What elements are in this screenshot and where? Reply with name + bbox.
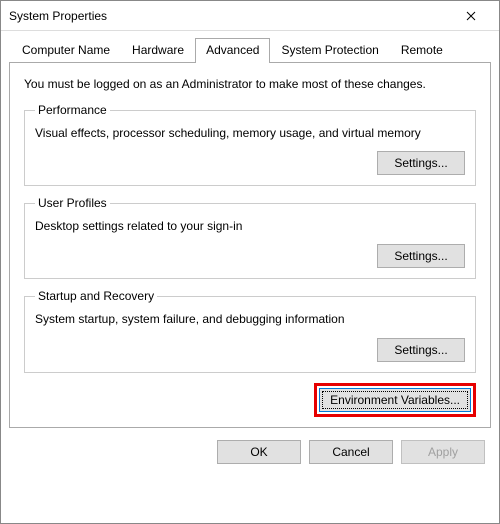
group-performance-desc: Visual effects, processor scheduling, me… bbox=[35, 125, 465, 141]
tab-strip: Computer Name Hardware Advanced System P… bbox=[11, 38, 499, 63]
tab-computer-name[interactable]: Computer Name bbox=[11, 38, 121, 63]
group-startup: Startup and Recovery System startup, sys… bbox=[24, 289, 476, 372]
performance-settings-button[interactable]: Settings... bbox=[377, 151, 465, 175]
close-icon bbox=[466, 11, 476, 21]
cancel-button[interactable]: Cancel bbox=[309, 440, 393, 464]
tab-hardware[interactable]: Hardware bbox=[121, 38, 195, 63]
group-performance-title: Performance bbox=[35, 103, 110, 117]
group-performance-actions: Settings... bbox=[35, 151, 465, 175]
group-userprofiles-actions: Settings... bbox=[35, 244, 465, 268]
close-button[interactable] bbox=[451, 2, 491, 30]
group-startup-actions: Settings... bbox=[35, 338, 465, 362]
env-variables-row: Environment Variables... bbox=[24, 383, 476, 417]
userprofiles-settings-button[interactable]: Settings... bbox=[377, 244, 465, 268]
group-startup-desc: System startup, system failure, and debu… bbox=[35, 311, 465, 327]
intro-text: You must be logged on as an Administrato… bbox=[24, 77, 476, 91]
group-userprofiles-title: User Profiles bbox=[35, 196, 110, 210]
titlebar: System Properties bbox=[1, 1, 499, 31]
annotation-highlight: Environment Variables... bbox=[314, 383, 476, 417]
group-performance: Performance Visual effects, processor sc… bbox=[24, 103, 476, 186]
dialog-footer: OK Cancel Apply bbox=[1, 428, 499, 476]
startup-settings-button[interactable]: Settings... bbox=[377, 338, 465, 362]
tab-advanced[interactable]: Advanced bbox=[195, 38, 270, 63]
group-userprofiles: User Profiles Desktop settings related t… bbox=[24, 196, 476, 279]
tab-system-protection[interactable]: System Protection bbox=[270, 38, 389, 63]
tab-remote[interactable]: Remote bbox=[390, 38, 454, 63]
tab-panel-advanced: You must be logged on as an Administrato… bbox=[9, 62, 491, 428]
environment-variables-button[interactable]: Environment Variables... bbox=[319, 388, 471, 412]
apply-button: Apply bbox=[401, 440, 485, 464]
window-title: System Properties bbox=[9, 9, 451, 23]
ok-button[interactable]: OK bbox=[217, 440, 301, 464]
group-startup-title: Startup and Recovery bbox=[35, 289, 157, 303]
group-userprofiles-desc: Desktop settings related to your sign-in bbox=[35, 218, 465, 234]
